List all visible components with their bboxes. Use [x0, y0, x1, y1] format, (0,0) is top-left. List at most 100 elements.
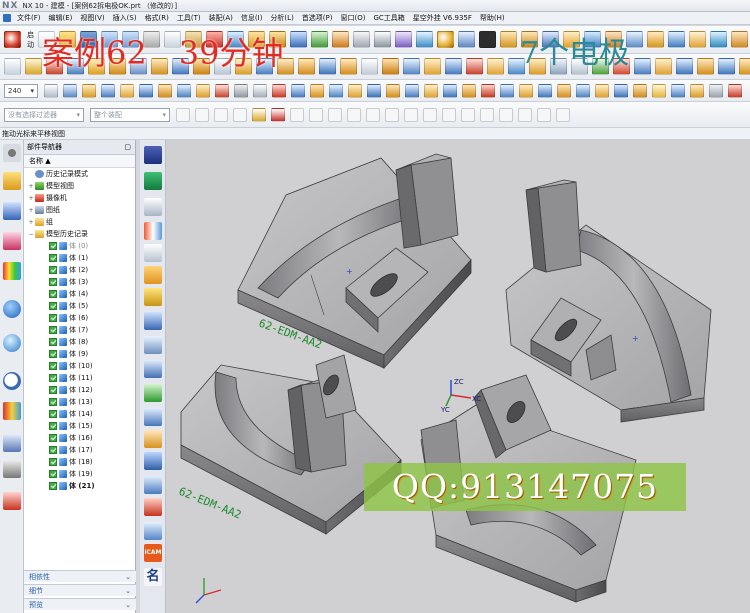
electrode-icon[interactable] [487, 58, 504, 75]
menu-tools[interactable]: 工具(T) [173, 13, 205, 23]
iso-view-icon[interactable] [177, 83, 191, 98]
expand-icon[interactable]: + [27, 219, 35, 226]
roles-icon[interactable] [3, 492, 21, 510]
thread-icon[interactable] [319, 58, 336, 75]
file-menu-icon[interactable] [3, 14, 11, 22]
section-view-icon[interactable] [215, 83, 229, 98]
select-face-icon[interactable] [214, 107, 228, 122]
tree-row-body[interactable]: 体 (3) [24, 276, 135, 288]
tree-row-groups[interactable]: + 组 [24, 216, 135, 228]
subtract-icon[interactable] [311, 31, 328, 48]
menu-assembly[interactable]: 装配(A) [205, 13, 237, 23]
rotate-icon[interactable] [101, 83, 115, 98]
system-materials-icon[interactable] [3, 402, 21, 420]
history-icon[interactable] [3, 372, 21, 390]
tree-row-body[interactable]: 体 (2) [24, 264, 135, 276]
graphics-viewport[interactable]: 62-EDM-AA2 62-EDM-AA2 XC YC ZC + + + [166, 140, 750, 613]
snap-on-curve-icon[interactable] [423, 107, 437, 122]
wireframe-view-icon[interactable] [374, 31, 391, 48]
electrode-part-1[interactable] [237, 153, 472, 370]
menu-xingkong-plugin[interactable]: 星空外挂 V6.935F [409, 13, 476, 23]
front-view-icon[interactable] [139, 83, 153, 98]
rename-icon[interactable] [676, 58, 693, 75]
tree-row-body[interactable]: 体 (11) [24, 372, 135, 384]
extract-geometry-icon[interactable] [382, 58, 399, 75]
radius-icon[interactable] [462, 83, 476, 98]
split-icon[interactable] [144, 222, 162, 240]
tree-row-body[interactable]: 体 (6) [24, 312, 135, 324]
tree-row-body[interactable]: 体 (16) [24, 432, 135, 444]
tree-row-model-history[interactable]: − 模型历史记录 [24, 228, 135, 240]
thicken-icon[interactable] [731, 31, 748, 48]
filter-combo[interactable]: 没有选择过滤器 ▾ [4, 107, 84, 122]
menu-format[interactable]: 格式(R) [141, 13, 173, 23]
ruler-icon[interactable] [697, 58, 714, 75]
intersect-icon[interactable] [332, 31, 349, 48]
icam-icon[interactable]: iCAM [144, 544, 162, 562]
box-icon[interactable] [386, 83, 400, 98]
journal-icon[interactable] [633, 83, 647, 98]
split-body-icon[interactable] [403, 58, 420, 75]
tree-row-body[interactable]: 体 (13) [24, 396, 135, 408]
panel-dependencies[interactable]: 相依性 ⌄ [24, 570, 136, 582]
export-icon[interactable] [655, 58, 672, 75]
select-feature-icon[interactable] [195, 107, 209, 122]
pattern-icon[interactable] [668, 31, 685, 48]
face-icon[interactable] [144, 244, 162, 262]
sphere-icon[interactable] [437, 31, 454, 48]
patch-body-icon[interactable] [424, 58, 441, 75]
macro-icon[interactable] [614, 83, 628, 98]
scale-body-icon[interactable] [445, 58, 462, 75]
red-body-icon[interactable] [144, 498, 162, 516]
measure-icon[interactable] [416, 31, 433, 48]
visibility-checkbox[interactable] [49, 362, 57, 370]
wcs-orient-icon[interactable] [367, 83, 381, 98]
visibility-checkbox[interactable] [49, 482, 57, 490]
visibility-checkbox[interactable] [49, 470, 57, 478]
wcs-rotate-icon[interactable] [348, 83, 362, 98]
part-navigator-icon[interactable] [3, 232, 21, 250]
visibility-checkbox[interactable] [49, 302, 57, 310]
visibility-checkbox[interactable] [49, 242, 57, 250]
tree-row-body[interactable]: 体 (8) [24, 336, 135, 348]
copy-tool-icon[interactable] [144, 430, 162, 448]
transparency-icon[interactable] [291, 83, 305, 98]
hide-icon[interactable] [234, 83, 248, 98]
visibility-checkbox[interactable] [49, 446, 57, 454]
tree-row-body[interactable]: 体 (5) [24, 300, 135, 312]
angle-icon[interactable] [443, 83, 457, 98]
info-icon[interactable] [3, 300, 21, 318]
grid-icon[interactable] [576, 83, 590, 98]
constraint-navigator-icon[interactable] [3, 202, 21, 220]
visibility-checkbox[interactable] [49, 278, 57, 286]
snap-reset-icon[interactable] [556, 107, 570, 122]
visibility-checkbox[interactable] [49, 398, 57, 406]
visibility-checkbox[interactable] [49, 314, 57, 322]
wcs-origin-icon[interactable] [329, 83, 343, 98]
tree-row-body[interactable]: 体 (19) [24, 468, 135, 480]
visibility-checkbox[interactable] [49, 290, 57, 298]
snap-existing-icon[interactable] [404, 107, 418, 122]
distance-icon[interactable] [424, 83, 438, 98]
exit-icon[interactable] [728, 83, 742, 98]
select-edge-icon[interactable] [233, 107, 247, 122]
expand-icon[interactable]: + [27, 183, 35, 190]
tree-row-body[interactable]: 体 (15) [24, 420, 135, 432]
tree-row-body[interactable]: 体 (1) [24, 252, 135, 264]
shaded-view-icon[interactable] [353, 31, 370, 48]
visibility-checkbox[interactable] [49, 422, 57, 430]
shield-icon[interactable] [144, 146, 162, 164]
top-view-icon[interactable] [120, 83, 134, 98]
snap-bounded-icon[interactable] [461, 107, 475, 122]
right-view-icon[interactable] [158, 83, 172, 98]
view-cube-icon[interactable] [718, 58, 735, 75]
snapshot-icon[interactable] [538, 83, 552, 98]
book-icon[interactable] [144, 198, 162, 216]
snap-end-icon[interactable] [290, 107, 304, 122]
report-icon[interactable] [557, 83, 571, 98]
visibility-checkbox[interactable] [49, 254, 57, 262]
name-tag-icon[interactable] [144, 360, 162, 378]
pan-icon[interactable] [82, 83, 96, 98]
surface-icon[interactable] [710, 31, 727, 48]
move-object-icon[interactable] [310, 83, 324, 98]
